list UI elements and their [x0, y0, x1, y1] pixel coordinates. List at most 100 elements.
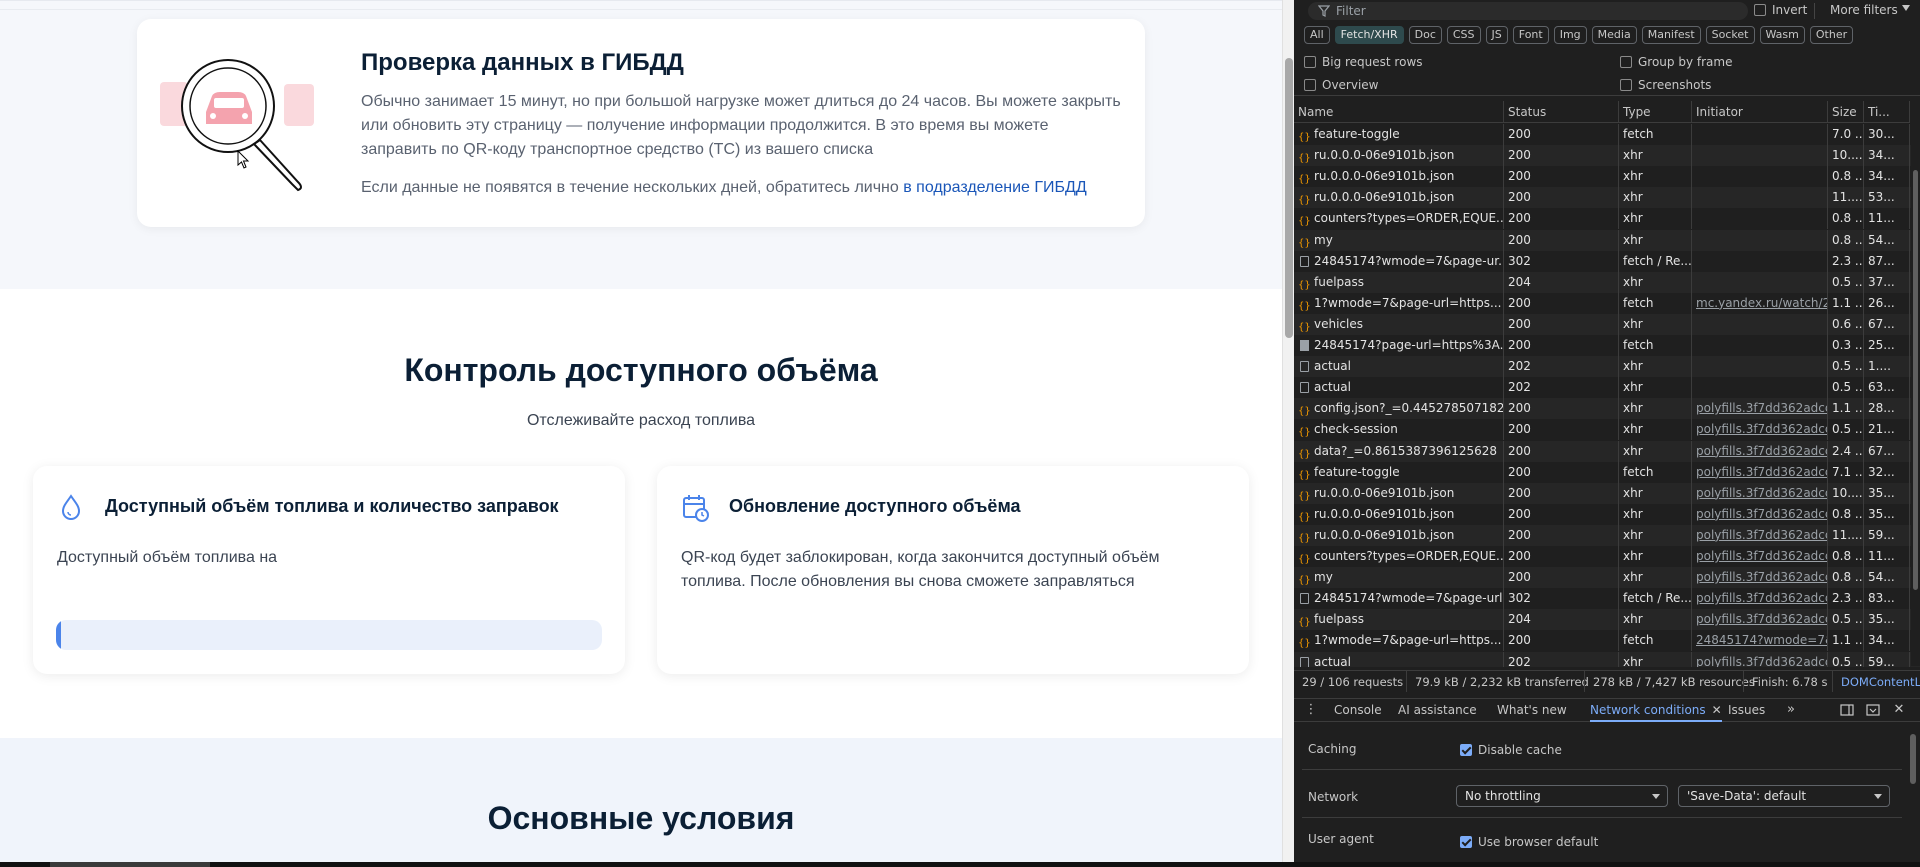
type-filter-socket[interactable]: Socket: [1705, 26, 1755, 44]
type-filter-media[interactable]: Media: [1591, 26, 1637, 44]
use-browser-default-checkbox[interactable]: [1460, 836, 1472, 848]
request-initiator[interactable]: polyfills.3f7dd362adcc: [1692, 503, 1828, 525]
tab-whats-new[interactable]: What's new: [1497, 699, 1567, 722]
requests-scrollbar[interactable]: [1911, 100, 1920, 666]
request-row[interactable]: {} check-session 200 xhr polyfills.3f7dd362a…: [1294, 419, 1920, 441]
disable-cache-checkbox[interactable]: [1460, 744, 1472, 756]
request-row[interactable]: {} 1?wmode=7&page-url=https... 200 fetch mc.…: [1294, 292, 1920, 314]
request-initiator[interactable]: 24845174?wmode=7&: [1692, 630, 1828, 652]
request-name: {} feature-toggle: [1294, 124, 1504, 145]
request-initiator[interactable]: polyfills.3f7dd362adcc: [1692, 651, 1828, 667]
request-initiator[interactable]: polyfills.3f7dd362adcc: [1692, 419, 1828, 441]
request-initiator[interactable]: polyfills.3f7dd362adcc: [1692, 609, 1828, 631]
requests-scrollbar-thumb[interactable]: [1913, 170, 1918, 590]
request-initiator[interactable]: polyfills.3f7dd362adcc: [1692, 567, 1828, 589]
save-data-select[interactable]: 'Save-Data': default: [1678, 785, 1890, 807]
request-row[interactable]: 24845174?wmode=7&page-url... 302 fetch / R…: [1294, 588, 1920, 610]
request-row[interactable]: actual 202 xhr 0.5 ... 63...: [1294, 377, 1920, 399]
page-scrollbar[interactable]: [1282, 0, 1294, 862]
undock-drawer-icon[interactable]: [1866, 703, 1880, 717]
type-filter-img[interactable]: Img: [1553, 26, 1587, 44]
overview-option[interactable]: Overview: [1304, 77, 1379, 93]
request-row[interactable]: {} feature-toggle 200 fetch polyfills.3f7dd3…: [1294, 461, 1920, 483]
request-row[interactable]: {} fuelpass 204 xhr 0.5 ... 37...: [1294, 271, 1920, 293]
group-by-frame-checkbox[interactable]: [1620, 56, 1632, 68]
request-row[interactable]: {} my 200 xhr 0.8 ... 54...: [1294, 229, 1920, 251]
group-by-frame-option[interactable]: Group by frame: [1620, 54, 1732, 70]
tab-console[interactable]: Console: [1334, 699, 1382, 722]
request-row[interactable]: 24845174?page-url=https%3A... 200 fetch 0.3…: [1294, 335, 1920, 356]
request-row[interactable]: {} 1?wmode=7&page-url=https... 200 fetch 248…: [1294, 630, 1920, 652]
request-row[interactable]: {} ru.0.0.0-06e9101b.json 200 xhr 11.... 53..…: [1294, 187, 1920, 209]
type-filter-wasm[interactable]: Wasm: [1759, 26, 1805, 44]
column-header-name[interactable]: Name: [1294, 101, 1504, 123]
request-row[interactable]: {} ru.0.0.0-06e9101b.json 200 xhr 0.8 ... 34.…: [1294, 166, 1920, 188]
request-row[interactable]: actual 202 xhr polyfills.3f7dd362adcc 0.5 ..…: [1294, 651, 1920, 667]
invert-checkbox[interactable]: [1754, 4, 1766, 16]
screenshots-checkbox[interactable]: [1620, 79, 1632, 91]
big-request-rows-option[interactable]: Big request rows: [1304, 54, 1423, 70]
request-initiator[interactable]: mc.yandex.ru/watch/2: [1692, 292, 1828, 314]
request-row[interactable]: {} ru.0.0.0-06e9101b.json 200 xhr polyfills.…: [1294, 503, 1920, 525]
screenshots-option[interactable]: Screenshots: [1620, 77, 1711, 93]
more-filters-button[interactable]: More filters: [1830, 3, 1898, 17]
type-filter-font[interactable]: Font: [1512, 26, 1549, 44]
request-initiator[interactable]: polyfills.3f7dd362adcc: [1692, 524, 1828, 546]
request-row[interactable]: {} fuelpass 204 xhr polyfills.3f7dd362adcc 0.…: [1294, 609, 1920, 631]
network-filter-input[interactable]: Filter: [1308, 2, 1748, 20]
request-row[interactable]: {} counters?types=ORDER,EQUE... 200 xhr poly…: [1294, 546, 1920, 567]
network-conditions-scrollbar[interactable]: [1908, 726, 1918, 862]
use-browser-default-option[interactable]: Use browser default: [1460, 834, 1598, 850]
column-header-status[interactable]: Status: [1504, 101, 1619, 123]
request-row[interactable]: {} vehicles 200 xhr 0.6 ... 67...: [1294, 313, 1920, 335]
type-filter-doc[interactable]: Doc: [1408, 26, 1442, 44]
request-name-text: config.json?_=0.445278507182...: [1314, 401, 1504, 416]
page-scrollbar-thumb[interactable]: [1285, 58, 1293, 338]
request-row[interactable]: actual 202 xhr 0.5 ... 1....: [1294, 356, 1920, 378]
big-request-rows-checkbox[interactable]: [1304, 56, 1316, 68]
disable-cache-option[interactable]: Disable cache: [1460, 742, 1562, 758]
request-initiator[interactable]: polyfills.3f7dd362adcc: [1692, 482, 1828, 504]
request-row[interactable]: {} config.json?_=0.445278507182... 200 xhr p…: [1294, 398, 1920, 420]
type-filter-all[interactable]: All: [1304, 26, 1330, 44]
request-status: 200: [1504, 124, 1619, 145]
close-tab-icon[interactable]: ✕: [1712, 703, 1722, 717]
request-initiator[interactable]: polyfills.3f7dd362adcc: [1692, 546, 1828, 567]
request-row[interactable]: {} ru.0.0.0-06e9101b.json 200 xhr 10.... 34..…: [1294, 145, 1920, 167]
request-row[interactable]: {} data?_=0.8615387396125628 200 xhr polyfil…: [1294, 440, 1920, 462]
request-row[interactable]: {} my 200 xhr polyfills.3f7dd362adcc 0.8 ... 5…: [1294, 567, 1920, 589]
column-header-type[interactable]: Type: [1619, 101, 1692, 123]
document-request-icon: [1300, 656, 1309, 667]
tab-issues[interactable]: Issues: [1728, 699, 1765, 722]
taskbar-item[interactable]: [50, 862, 210, 867]
request-time: 67...: [1864, 440, 1910, 462]
xhr-request-icon: {}: [1298, 216, 1311, 228]
type-filter-manifest[interactable]: Manifest: [1641, 26, 1701, 44]
request-row[interactable]: {} feature-toggle 200 fetch 7.0 ... 30...: [1294, 124, 1920, 145]
type-filter-js[interactable]: JS: [1485, 26, 1508, 44]
gibdd-department-link[interactable]: в подразделение ГИБДД: [903, 179, 1086, 196]
request-initiator[interactable]: polyfills.3f7dd362adcc: [1692, 440, 1828, 462]
dock-side-icon[interactable]: [1840, 703, 1854, 717]
column-header-time[interactable]: Ti...: [1864, 101, 1910, 123]
request-initiator[interactable]: polyfills.3f7dd362adcc: [1692, 588, 1828, 610]
type-filter-fetch-xhr[interactable]: Fetch/XHR: [1334, 26, 1404, 44]
overview-checkbox[interactable]: [1304, 79, 1316, 91]
request-row[interactable]: {} ru.0.0.0-06e9101b.json 200 xhr polyfills.…: [1294, 482, 1920, 504]
type-filter-other[interactable]: Other: [1809, 26, 1854, 44]
request-initiator[interactable]: polyfills.3f7dd362adcc: [1692, 461, 1828, 483]
throttling-select[interactable]: No throttling: [1456, 785, 1668, 807]
request-row[interactable]: {} counters?types=ORDER,EQUE... 200 xhr 0.8 …: [1294, 208, 1920, 230]
request-row[interactable]: {} ru.0.0.0-06e9101b.json 200 xhr polyfills.…: [1294, 524, 1920, 546]
type-filter-css[interactable]: CSS: [1446, 26, 1481, 44]
more-tabs-icon[interactable]: »: [1784, 703, 1798, 717]
column-header-initiator[interactable]: Initiator: [1692, 101, 1828, 123]
network-conditions-scrollbar-thumb[interactable]: [1910, 734, 1916, 784]
tab-network-conditions[interactable]: Network conditions ✕: [1590, 699, 1722, 722]
request-row[interactable]: 24845174?wmode=7&page-ur... 302 fetch / Re…: [1294, 250, 1920, 272]
more-vertical-icon[interactable]: ⋮: [1304, 703, 1318, 717]
column-header-size[interactable]: Size: [1828, 101, 1864, 123]
close-drawer-icon[interactable]: ✕: [1892, 703, 1906, 717]
tab-ai-assistance[interactable]: AI assistance: [1398, 699, 1477, 722]
request-initiator[interactable]: polyfills.3f7dd362adcc: [1692, 398, 1828, 420]
